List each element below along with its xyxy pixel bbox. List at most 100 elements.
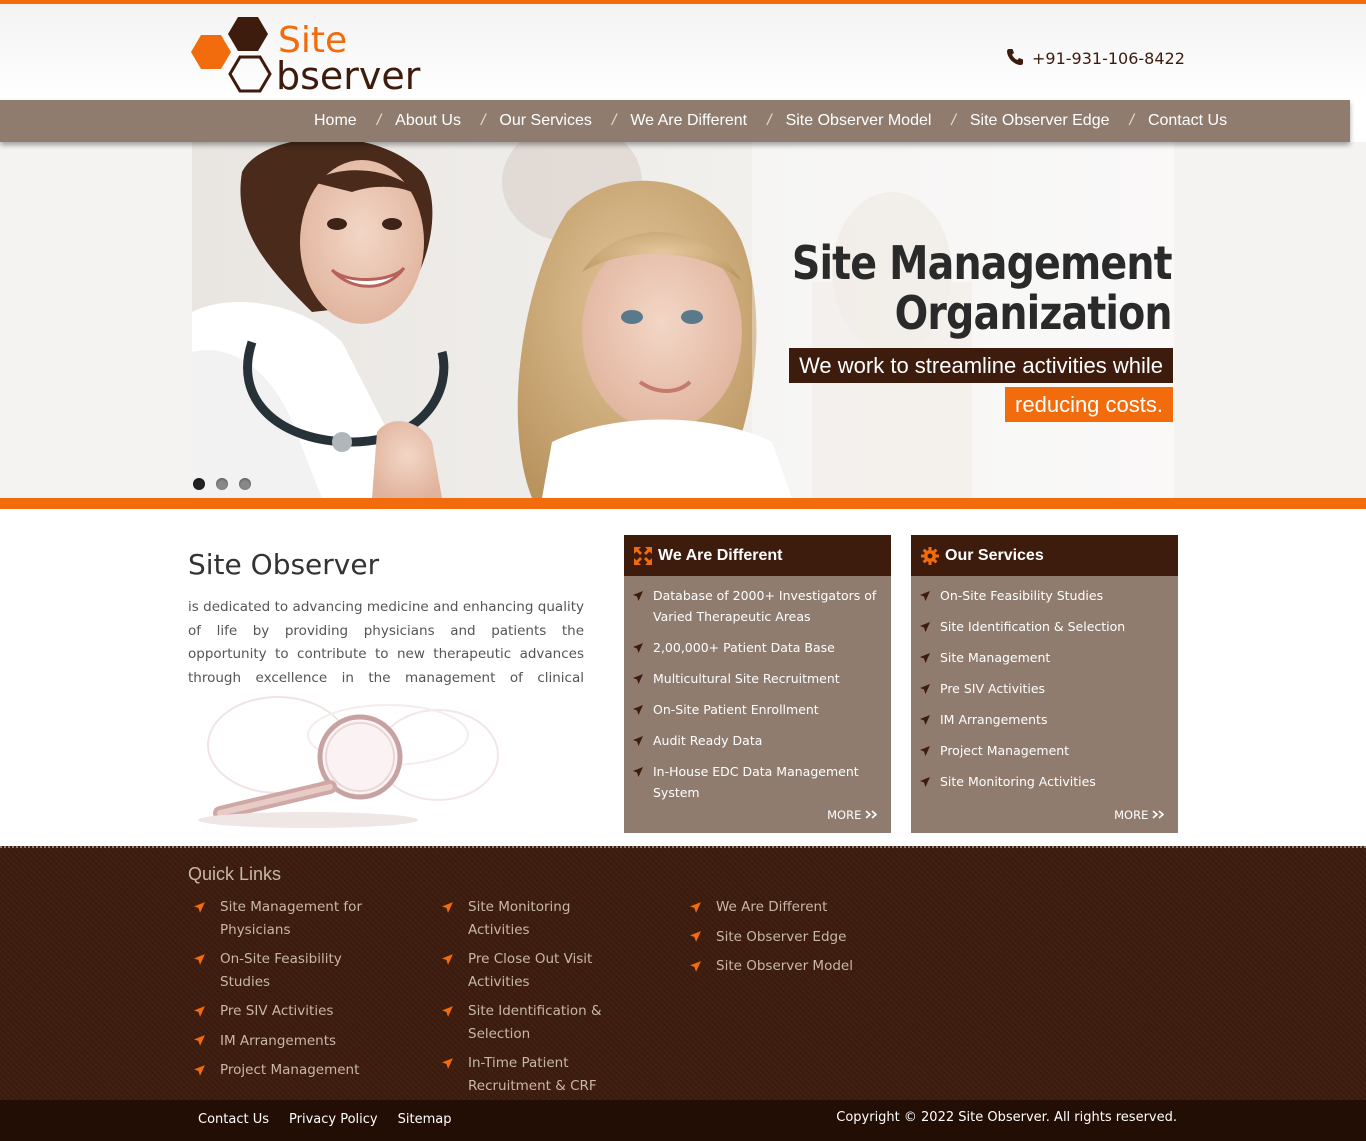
arrow-bullet-icon xyxy=(920,652,930,663)
nav-site-observer-edge[interactable]: Site Observer Edge xyxy=(964,112,1116,130)
arrow-bullet-icon xyxy=(194,1035,205,1046)
hero-heading-line-1: Site Management xyxy=(792,236,1173,290)
our-services-more-link[interactable]: MORE xyxy=(1114,808,1166,822)
nav-our-services[interactable]: Our Services xyxy=(493,112,597,130)
list-item[interactable]: On-Site Feasibility Studies xyxy=(919,585,1168,606)
slider-dot-2[interactable] xyxy=(216,478,228,490)
logo-text-observer: bserver xyxy=(276,54,421,98)
hero-slider[interactable]: Site Management Organization We work to … xyxy=(0,142,1366,498)
arrows-expand-icon xyxy=(634,546,652,565)
nav-separator: / xyxy=(480,112,486,129)
gear-icon xyxy=(921,546,939,565)
nav-home[interactable]: Home xyxy=(308,112,363,130)
arrow-bullet-icon xyxy=(194,901,205,913)
we-are-different-header: We Are Different xyxy=(624,535,891,576)
list-item[interactable]: On-Site Patient Enrollment xyxy=(632,699,881,720)
copyright-text: Copyright © 2022 Site Observer. All righ… xyxy=(836,1110,1177,1125)
arrow-bullet-icon xyxy=(633,590,643,601)
intro-title: Site Observer xyxy=(188,548,380,581)
list-item[interactable]: 2,00,000+ Patient Data Base xyxy=(632,637,881,658)
arrow-bullet-icon xyxy=(442,1057,453,1069)
site-logo[interactable]: Site bserver xyxy=(190,14,430,98)
hero-tagline-line-1: We work to streamline activities while xyxy=(789,348,1173,383)
arrow-bullet-icon xyxy=(633,735,643,746)
our-services-box: Our Services On-Site Feasibility Studies… xyxy=(911,535,1178,833)
quick-links-column-2: Site Monitoring Activities Pre Close Out… xyxy=(438,896,628,1127)
arrow-bullet-icon xyxy=(920,714,930,725)
arrow-bullet-icon xyxy=(194,1005,205,1017)
list-item[interactable]: Pre SIV Activities xyxy=(919,678,1168,699)
quick-link[interactable]: Site Identification & Selection xyxy=(438,1000,628,1045)
quick-link[interactable]: We Are Different xyxy=(686,896,886,919)
our-services-title: Our Services xyxy=(945,546,1044,564)
footer-bottom-links: Contact Us Privacy Policy Sitemap xyxy=(198,1112,451,1127)
hero-heading: Site Management Organization xyxy=(792,236,1173,338)
we-are-different-more-link[interactable]: MORE xyxy=(827,808,879,822)
arrow-bullet-icon xyxy=(920,683,930,694)
nav-separator: / xyxy=(376,112,382,129)
nav-we-are-different[interactable]: We Are Different xyxy=(624,112,753,130)
quick-link[interactable]: Site Observer Edge xyxy=(686,926,886,949)
nav-separator: / xyxy=(611,112,617,129)
arrow-bullet-icon xyxy=(690,960,701,972)
arrow-bullet-icon xyxy=(633,704,643,715)
slider-pagination xyxy=(193,478,251,490)
nav-separator: / xyxy=(767,112,772,129)
we-are-different-list: Database of 2000+ Investigators of Varie… xyxy=(624,576,891,803)
phone-number: +91-931-106-8422 xyxy=(1032,49,1185,68)
arrow-bullet-icon xyxy=(442,1005,453,1017)
nav-site-observer-model[interactable]: Site Observer Model xyxy=(780,112,938,130)
our-services-list: On-Site Feasibility Studies Site Identif… xyxy=(911,576,1178,792)
nav-about-us[interactable]: About Us xyxy=(389,112,467,130)
our-services-header: Our Services xyxy=(911,535,1178,576)
quick-link[interactable]: Site Management for Physicians xyxy=(190,896,380,941)
quick-link[interactable]: Site Observer Model xyxy=(686,955,886,978)
list-item[interactable]: Audit Ready Data xyxy=(632,730,881,751)
arrow-bullet-icon xyxy=(633,766,643,777)
arrow-bullet-icon xyxy=(633,673,643,684)
nav-separator: / xyxy=(1129,112,1134,129)
quick-link[interactable]: Project Management xyxy=(190,1059,380,1082)
arrow-bullet-icon xyxy=(194,953,205,965)
arrow-bullet-icon xyxy=(690,901,701,913)
hero-tagline-line-2: reducing costs. xyxy=(1005,387,1173,422)
arrow-bullet-icon xyxy=(442,901,453,913)
site-header: Site bserver +91-931-106-8422 xyxy=(0,4,1366,100)
quick-link[interactable]: IM Arrangements xyxy=(190,1030,380,1053)
arrow-bullet-icon xyxy=(442,953,453,965)
quick-link[interactable]: Pre SIV Activities xyxy=(190,1000,380,1023)
arrow-bullet-icon xyxy=(920,621,930,632)
nav-separator: / xyxy=(951,112,956,129)
list-item[interactable]: Project Management xyxy=(919,740,1168,761)
quick-link[interactable]: On-Site Feasibility Studies xyxy=(190,948,380,993)
slider-dot-1[interactable] xyxy=(193,478,205,490)
arrow-bullet-icon xyxy=(194,1064,205,1076)
main-navigation: Home / About Us / Our Services / We Are Dif… xyxy=(0,100,1350,142)
footer-link-privacy-policy[interactable]: Privacy Policy xyxy=(289,1112,378,1127)
list-item[interactable]: Multicultural Site Recruitment xyxy=(632,668,881,689)
list-item[interactable]: In-House EDC Data Management System xyxy=(632,761,881,803)
quick-links-title: Quick Links xyxy=(188,864,282,884)
arrow-bullet-icon xyxy=(920,745,930,756)
list-item[interactable]: Database of 2000+ Investigators of Varie… xyxy=(632,585,881,627)
hexagon-logo-icon xyxy=(191,17,272,93)
magnifying-glass-image xyxy=(188,695,538,837)
hero-bottom-rule xyxy=(0,498,1366,509)
nav-contact-us[interactable]: Contact Us xyxy=(1142,112,1233,130)
phone-icon xyxy=(1007,49,1023,65)
double-chevron-right-icon xyxy=(865,810,878,819)
footer-bottom-bar: Contact Us Privacy Policy Sitemap Copyri… xyxy=(0,1100,1366,1141)
we-are-different-title: We Are Different xyxy=(658,546,783,564)
arrow-bullet-icon xyxy=(690,931,701,942)
list-item[interactable]: Site Management xyxy=(919,647,1168,668)
footer-link-contact-us[interactable]: Contact Us xyxy=(198,1112,269,1127)
quick-link[interactable]: Site Monitoring Activities xyxy=(438,896,628,941)
slider-dot-3[interactable] xyxy=(239,478,251,490)
list-item[interactable]: Site Monitoring Activities xyxy=(919,771,1168,792)
list-item[interactable]: Site Identification & Selection xyxy=(919,616,1168,637)
we-are-different-box: We Are Different Database of 2000+ Inves… xyxy=(624,535,891,833)
arrow-bullet-icon xyxy=(920,776,930,787)
list-item[interactable]: IM Arrangements xyxy=(919,709,1168,730)
footer-link-sitemap[interactable]: Sitemap xyxy=(398,1112,452,1127)
quick-link[interactable]: Pre Close Out Visit Activities xyxy=(438,948,628,993)
